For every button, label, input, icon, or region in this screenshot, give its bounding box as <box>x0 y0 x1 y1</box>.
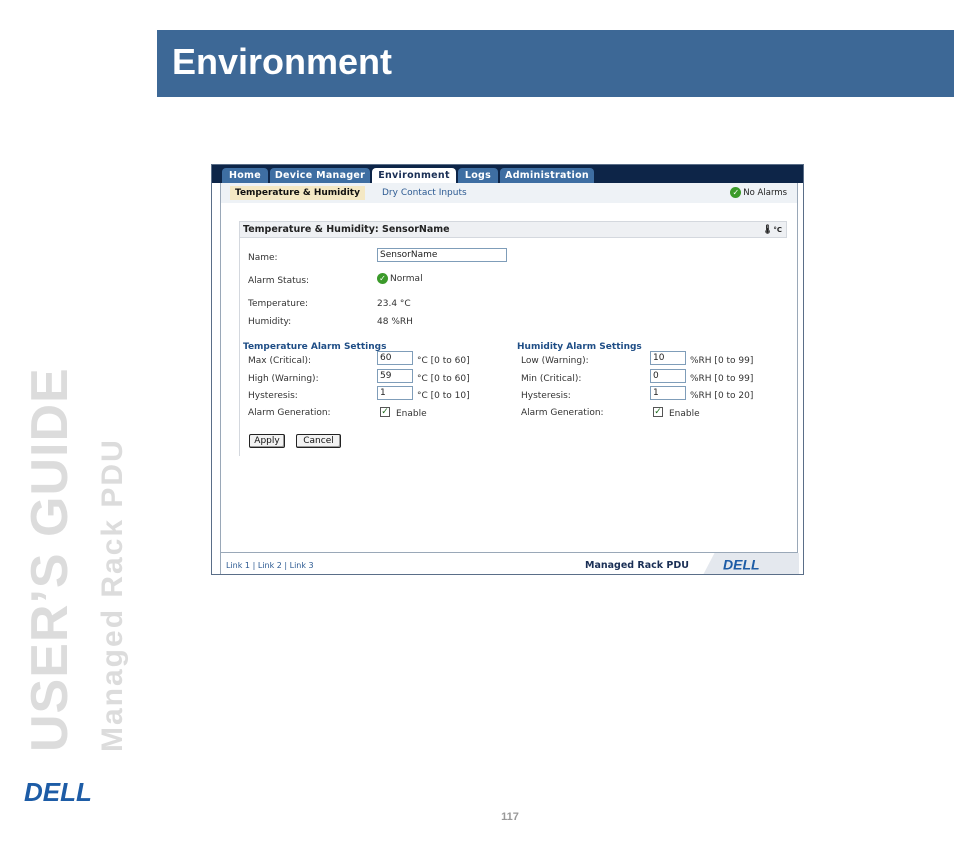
temp-max-critical-input[interactable]: 60 <box>377 351 413 365</box>
footer-bar: Link 1 | Link 2 | Link 3 Managed Rack PD… <box>220 552 799 574</box>
tab-device-manager[interactable]: Device Manager <box>270 168 370 183</box>
subtab-temperature-humidity[interactable]: Temperature & Humidity <box>230 186 365 200</box>
hum-hysteresis-input[interactable]: 1 <box>650 386 686 400</box>
hum-alarm-generation-label: Alarm Generation: <box>521 408 604 418</box>
hum-alarm-generation-enable-label: Enable <box>669 409 700 419</box>
subtab-dry-contact-inputs[interactable]: Dry Contact Inputs <box>377 186 472 200</box>
checkmark-circle-icon: ✓ <box>730 187 742 198</box>
hum-hysteresis-range: %RH [0 to 20] <box>690 391 754 401</box>
dell-logo: DELL <box>24 778 92 806</box>
hum-alarm-generation-checkbox[interactable]: ✓ <box>653 407 663 417</box>
alarm-indicator-label: No Alarms <box>743 188 787 198</box>
alarm-status-text: Normal <box>390 274 423 284</box>
hum-low-warning-input[interactable]: 10 <box>650 351 686 365</box>
checkmark-circle-icon: ✓ <box>377 273 388 284</box>
sub-tab-bar: Temperature & Humidity Dry Contact Input… <box>220 183 798 203</box>
footer-separator: | <box>252 561 256 570</box>
temp-high-warning-input[interactable]: 59 <box>377 369 413 383</box>
hum-min-critical-range: %RH [0 to 99] <box>690 374 754 384</box>
pdu-web-ui-screenshot: Home Device Manager Environment Logs Adm… <box>211 164 804 575</box>
thermometer-icon[interactable]: 🌡°C <box>762 223 782 238</box>
name-input[interactable]: SensorName <box>377 248 507 262</box>
main-tab-bar: Home Device Manager Environment Logs Adm… <box>212 165 803 183</box>
footer-separator: | <box>284 561 288 570</box>
footer-product-name: Managed Rack PDU <box>585 560 689 571</box>
temp-hysteresis-range: °C [0 to 10] <box>417 391 470 401</box>
name-label: Name: <box>248 253 278 263</box>
temperature-value: 23.4 °C <box>377 299 411 309</box>
humidity-label: Humidity: <box>248 317 292 327</box>
page-number: 117 <box>501 811 519 823</box>
footer-link-3[interactable]: Link 3 <box>290 561 314 570</box>
main-content: Temperature & Humidity: SensorName 🌡°C N… <box>220 203 798 552</box>
tab-logs[interactable]: Logs <box>458 168 498 183</box>
side-title: USER’S GUIDE <box>21 367 79 752</box>
tab-administration[interactable]: Administration <box>500 168 594 183</box>
tab-home[interactable]: Home <box>222 168 268 183</box>
hum-low-warning-range: %RH [0 to 99] <box>690 356 754 366</box>
apply-button[interactable]: Apply <box>249 434 285 448</box>
temp-high-warning-label: High (Warning): <box>248 374 319 384</box>
panel-title: Temperature & Humidity: SensorName 🌡°C <box>239 221 787 238</box>
footer-links: Link 1 | Link 2 | Link 3 <box>226 561 314 570</box>
hum-min-critical-label: Min (Critical): <box>521 374 582 384</box>
alarm-indicator[interactable]: ✓ No Alarms <box>730 187 787 199</box>
humidity-value: 48 %RH <box>377 317 413 327</box>
footer-dell-logo: DELL <box>723 557 760 571</box>
temperature-alarm-settings-title: Temperature Alarm Settings <box>243 342 387 352</box>
cancel-button[interactable]: Cancel <box>296 434 341 448</box>
humidity-alarm-settings-title: Humidity Alarm Settings <box>517 342 642 352</box>
side-subtitle: Managed Rack PDU <box>96 438 129 752</box>
temp-alarm-generation-label: Alarm Generation: <box>248 408 331 418</box>
panel-left-border <box>239 238 240 456</box>
panel-title-text: Temperature & Humidity: SensorName <box>243 224 450 235</box>
footer-dell-logo-text: DELL <box>723 557 760 571</box>
hum-hysteresis-label: Hysteresis: <box>521 391 571 401</box>
section-header-bar: Environment <box>157 30 954 97</box>
temp-max-critical-range: °C [0 to 60] <box>417 356 470 366</box>
temp-hysteresis-input[interactable]: 1 <box>377 386 413 400</box>
temp-high-warning-range: °C [0 to 60] <box>417 374 470 384</box>
temp-max-critical-label: Max (Critical): <box>248 356 311 366</box>
hum-low-warning-label: Low (Warning): <box>521 356 589 366</box>
temp-alarm-generation-checkbox[interactable]: ✓ <box>380 407 390 417</box>
hum-min-critical-input[interactable]: 0 <box>650 369 686 383</box>
temp-unit-label: °C <box>773 226 782 234</box>
alarm-status-label: Alarm Status: <box>248 276 310 286</box>
alarm-status-value: ✓ Normal <box>377 273 423 284</box>
dell-logo-text: DELL <box>24 778 92 806</box>
temp-alarm-generation-enable-label: Enable <box>396 409 427 419</box>
section-title: Environment <box>172 41 393 82</box>
temperature-label: Temperature: <box>248 299 309 309</box>
footer-link-2[interactable]: Link 2 <box>258 561 282 570</box>
temp-hysteresis-label: Hysteresis: <box>248 391 298 401</box>
tab-environment[interactable]: Environment <box>372 168 456 183</box>
footer-link-1[interactable]: Link 1 <box>226 561 250 570</box>
